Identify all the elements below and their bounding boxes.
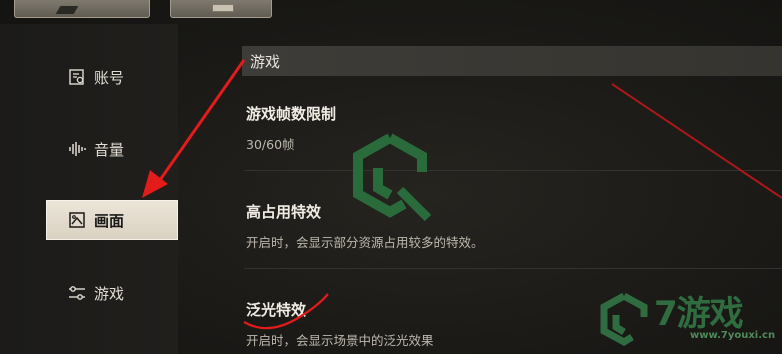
setting-value: 30/60帧	[246, 137, 295, 152]
divider	[244, 170, 782, 171]
sidebar-item-label: 账号	[94, 68, 125, 87]
setting-title: 高占用特效	[246, 203, 322, 221]
setting-fps-limit[interactable]: 游戏帧数限制 30/60帧	[246, 103, 782, 153]
graphics-icon	[68, 211, 86, 229]
top-tab-left[interactable]	[14, 0, 150, 18]
account-icon	[68, 68, 86, 86]
sidebar-item-game[interactable]: 游戏	[46, 273, 178, 313]
sidebar-item-volume[interactable]: 音量	[46, 129, 178, 169]
settings-sidebar: 账号 音量 画面 游戏	[0, 24, 178, 354]
sidebar-item-graphics[interactable]: 画面	[46, 200, 178, 240]
game-settings-icon	[68, 284, 86, 302]
watermark-url: www.7youxi.cn	[690, 330, 776, 341]
watermark-small-logo-icon	[600, 292, 648, 347]
top-tab-right[interactable]	[170, 0, 272, 18]
sidebar-item-label: 游戏	[94, 284, 125, 303]
watermark-logo-icon	[353, 133, 432, 222]
volume-icon	[68, 140, 86, 158]
sidebar-item-label: 画面	[94, 211, 125, 230]
watermark-text: 7游戏	[654, 294, 744, 334]
divider	[244, 268, 782, 269]
setting-description: 开启时，会显示部分资源占用较多的特效。	[246, 235, 484, 250]
sidebar-item-label: 音量	[94, 140, 125, 159]
sidebar-item-account[interactable]: 账号	[46, 57, 178, 97]
setting-title: 游戏帧数限制	[246, 105, 337, 123]
section-title: 游戏	[242, 46, 782, 76]
settings-screen: 账号 音量 画面 游戏 游戏 游戏帧数限制 30/60帧 高占用特效 开启时，会…	[0, 0, 782, 354]
setting-high-usage-effects[interactable]: 高占用特效 开启时，会显示部分资源占用较多的特效。	[246, 201, 782, 251]
